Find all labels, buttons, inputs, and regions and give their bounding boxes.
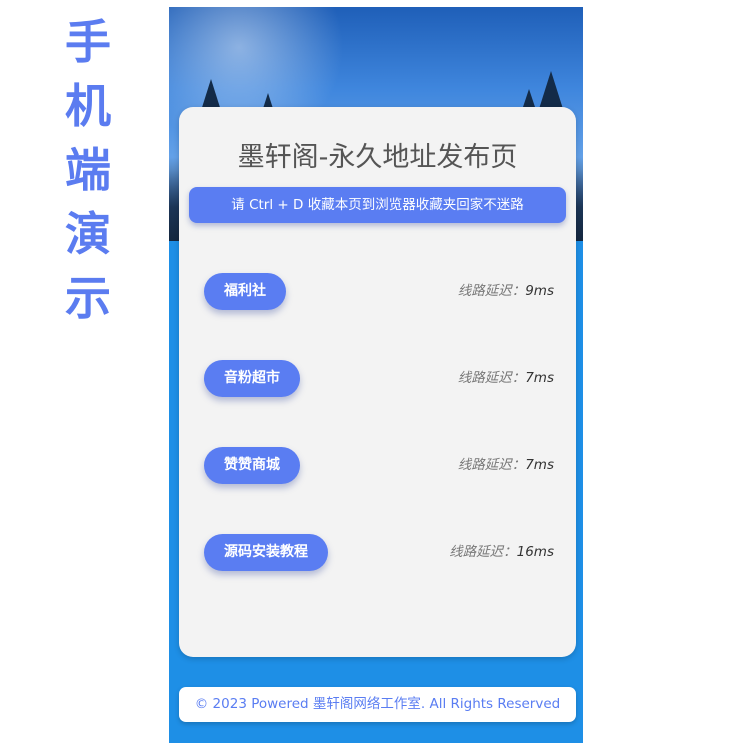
latency-label: 线路延迟：	[449, 544, 517, 560]
side-label-char: 示	[65, 271, 111, 325]
site-row: 音粉超市 线路延迟：7ms	[204, 360, 554, 398]
site-row: 赞赞商城 线路延迟：7ms	[204, 447, 554, 485]
latency-readout: 线路延迟：9ms	[458, 273, 554, 310]
page-title: 墨轩阁-永久地址发布页	[237, 142, 518, 173]
copyright-footer: © 2023 Powered 墨轩阁网络工作室. All Rights Rese…	[179, 687, 576, 722]
latency-label: 线路延迟：	[457, 283, 526, 299]
site-button-zanzan-mall[interactable]: 赞赞商城	[204, 447, 300, 484]
latency-label: 线路延迟：	[457, 370, 526, 386]
latency-value: 16ms	[516, 544, 554, 560]
side-label-char: 演	[65, 207, 111, 261]
latency-value: 7ms	[525, 370, 554, 386]
latency-readout: 线路延迟：16ms	[449, 534, 554, 571]
latency-value: 7ms	[525, 457, 554, 473]
latency-label: 线路延迟：	[457, 457, 526, 473]
site-row: 福利社 线路延迟：9ms	[204, 273, 554, 311]
main-card: 墨轩阁-永久地址发布页 请 Ctrl + D 收藏本页到浏览器收藏夹回家不迷路 …	[179, 107, 576, 657]
pine-tree-icon	[539, 71, 563, 109]
latency-readout: 线路延迟：7ms	[458, 447, 554, 484]
site-button-source-install-tutorial[interactable]: 源码安装教程	[204, 534, 328, 571]
side-label-char: 手	[65, 15, 111, 69]
site-row: 源码安装教程 线路延迟：16ms	[204, 534, 554, 572]
bookmark-notice: 请 Ctrl + D 收藏本页到浏览器收藏夹回家不迷路	[189, 187, 566, 223]
site-button-yinfen-market[interactable]: 音粉超市	[204, 360, 300, 397]
side-label-char: 端	[65, 143, 111, 197]
site-button-fulishe[interactable]: 福利社	[204, 273, 286, 310]
demo-side-label: 手 机 端 演 示	[60, 10, 116, 330]
latency-readout: 线路延迟：7ms	[458, 360, 554, 397]
latency-value: 9ms	[525, 283, 554, 299]
side-label-char: 机	[65, 79, 111, 133]
